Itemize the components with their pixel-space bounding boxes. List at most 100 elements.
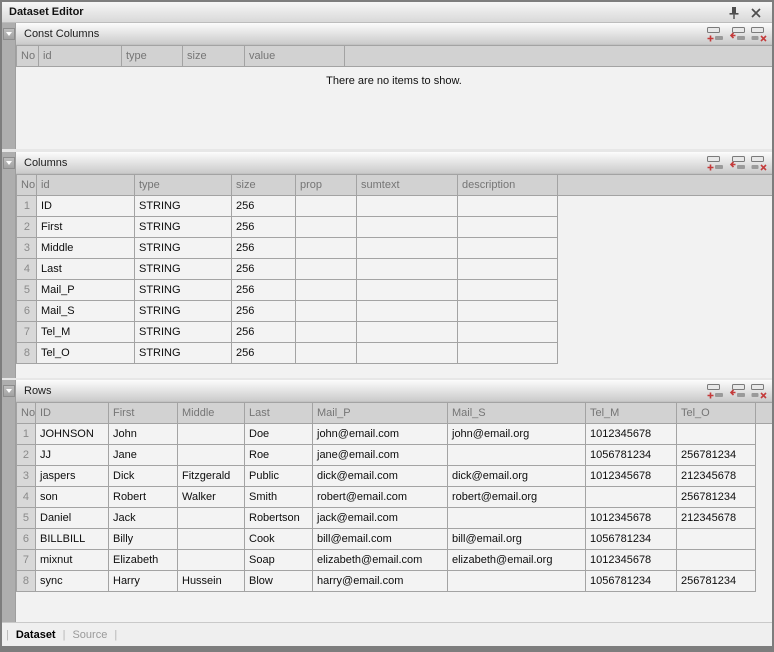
column-header[interactable]: Tel_O: [677, 402, 756, 424]
data-cell[interactable]: Fitzgerald: [178, 466, 245, 487]
data-cell[interactable]: [296, 280, 357, 301]
pin-button[interactable]: [726, 5, 742, 21]
row-number-cell[interactable]: 8: [16, 343, 37, 364]
data-cell[interactable]: john@email.org: [448, 424, 586, 445]
data-cell[interactable]: [458, 301, 558, 322]
add-row-button[interactable]: [707, 26, 724, 42]
data-cell[interactable]: bill@email.org: [448, 529, 586, 550]
data-cell[interactable]: Public: [245, 466, 313, 487]
row-number-cell[interactable]: 7: [16, 322, 37, 343]
data-cell[interactable]: [357, 301, 458, 322]
column-header[interactable]: description: [458, 174, 558, 196]
column-header[interactable]: size: [232, 174, 296, 196]
data-cell[interactable]: Dick: [109, 466, 178, 487]
data-cell[interactable]: elizabeth@email.org: [448, 550, 586, 571]
data-cell[interactable]: 1056781234: [586, 445, 677, 466]
data-cell[interactable]: [178, 508, 245, 529]
data-cell[interactable]: elizabeth@email.com: [313, 550, 448, 571]
data-cell[interactable]: [178, 445, 245, 466]
row-number-cell[interactable]: 3: [16, 238, 37, 259]
data-cell[interactable]: 256: [232, 259, 296, 280]
data-cell[interactable]: Jane: [109, 445, 178, 466]
data-cell[interactable]: [458, 280, 558, 301]
column-header[interactable]: type: [135, 174, 232, 196]
data-cell[interactable]: STRING: [135, 259, 232, 280]
column-header[interactable]: value: [245, 45, 345, 67]
data-cell[interactable]: 1056781234: [586, 571, 677, 592]
row-number-cell[interactable]: 1: [16, 424, 36, 445]
data-cell[interactable]: 256: [232, 280, 296, 301]
row-number-cell[interactable]: 2: [16, 445, 36, 466]
data-cell[interactable]: bill@email.com: [313, 529, 448, 550]
data-cell[interactable]: mixnut: [36, 550, 109, 571]
columns-collapse-button[interactable]: [3, 157, 15, 169]
delete-row-button[interactable]: [751, 155, 768, 171]
data-cell[interactable]: [458, 238, 558, 259]
data-cell[interactable]: jack@email.com: [313, 508, 448, 529]
insert-row-button[interactable]: [729, 383, 746, 399]
data-cell[interactable]: 256: [232, 217, 296, 238]
data-cell[interactable]: STRING: [135, 238, 232, 259]
data-cell[interactable]: [458, 259, 558, 280]
data-cell[interactable]: [357, 217, 458, 238]
data-cell[interactable]: 212345678: [677, 508, 756, 529]
data-cell[interactable]: 212345678: [677, 466, 756, 487]
data-cell[interactable]: Harry: [109, 571, 178, 592]
column-header[interactable]: size: [183, 45, 245, 67]
row-number-cell[interactable]: 5: [16, 280, 37, 301]
data-cell[interactable]: Hussein: [178, 571, 245, 592]
data-cell[interactable]: Middle: [37, 238, 135, 259]
data-cell[interactable]: [178, 529, 245, 550]
data-cell[interactable]: [458, 217, 558, 238]
column-header[interactable]: No: [16, 402, 36, 424]
data-cell[interactable]: 256: [232, 343, 296, 364]
row-number-cell[interactable]: 3: [16, 466, 36, 487]
column-header[interactable]: Middle: [178, 402, 245, 424]
column-header[interactable]: No: [16, 174, 37, 196]
data-cell[interactable]: [357, 238, 458, 259]
data-cell[interactable]: [178, 550, 245, 571]
data-cell[interactable]: Elizabeth: [109, 550, 178, 571]
add-row-button[interactable]: [707, 155, 724, 171]
data-cell[interactable]: STRING: [135, 196, 232, 217]
column-header[interactable]: First: [109, 402, 178, 424]
data-cell[interactable]: [458, 196, 558, 217]
data-cell[interactable]: [357, 259, 458, 280]
data-cell[interactable]: 256781234: [677, 445, 756, 466]
column-header[interactable]: [345, 45, 772, 67]
data-cell[interactable]: [178, 424, 245, 445]
data-cell[interactable]: Tel_M: [37, 322, 135, 343]
column-header[interactable]: sumtext: [357, 174, 458, 196]
data-cell[interactable]: [296, 259, 357, 280]
data-cell[interactable]: [448, 508, 586, 529]
column-header[interactable]: Last: [245, 402, 313, 424]
data-cell[interactable]: 1056781234: [586, 529, 677, 550]
column-header[interactable]: id: [39, 45, 122, 67]
data-cell[interactable]: [296, 217, 357, 238]
insert-row-button[interactable]: [729, 155, 746, 171]
data-cell[interactable]: [296, 301, 357, 322]
data-cell[interactable]: 256: [232, 301, 296, 322]
data-cell[interactable]: STRING: [135, 301, 232, 322]
const-columns-collapse-button[interactable]: [3, 28, 15, 40]
row-number-cell[interactable]: 8: [16, 571, 36, 592]
data-cell[interactable]: [357, 322, 458, 343]
data-cell[interactable]: Mail_P: [37, 280, 135, 301]
data-cell[interactable]: Mail_S: [37, 301, 135, 322]
delete-row-button[interactable]: [751, 26, 768, 42]
data-cell[interactable]: Robertson: [245, 508, 313, 529]
data-cell[interactable]: jane@email.com: [313, 445, 448, 466]
tab-dataset[interactable]: Dataset: [16, 629, 56, 641]
data-cell[interactable]: 1012345678: [586, 508, 677, 529]
column-header[interactable]: [756, 402, 772, 424]
data-cell[interactable]: JJ: [36, 445, 109, 466]
data-cell[interactable]: [586, 487, 677, 508]
data-cell[interactable]: [458, 322, 558, 343]
column-header[interactable]: Mail_S: [448, 402, 586, 424]
data-cell[interactable]: sync: [36, 571, 109, 592]
data-cell[interactable]: Tel_O: [37, 343, 135, 364]
row-number-cell[interactable]: 7: [16, 550, 36, 571]
data-cell[interactable]: robert@email.com: [313, 487, 448, 508]
column-header[interactable]: ID: [36, 402, 109, 424]
column-header[interactable]: [558, 174, 772, 196]
